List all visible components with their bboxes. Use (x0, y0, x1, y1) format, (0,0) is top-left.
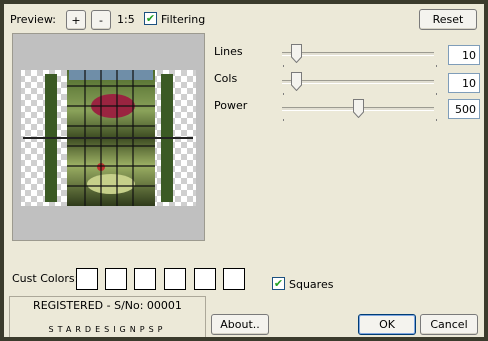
cols-label: Cols (214, 72, 238, 85)
ok-button[interactable]: OK (358, 314, 416, 335)
power-value-field[interactable]: 500 (448, 99, 480, 119)
slider-ticks (283, 65, 437, 121)
zoom-in-button[interactable]: + (66, 10, 86, 30)
filtering-label: Filtering (161, 13, 206, 26)
lines-slider-track[interactable] (282, 52, 434, 56)
registration-brand: STARDESIGNPSP (48, 325, 167, 334)
preview-panel[interactable] (12, 33, 205, 241)
registration-serial: REGISTERED - S/No: 00001 (33, 299, 182, 312)
filtering-checkbox[interactable]: ✔ (144, 12, 157, 25)
color-swatch-4[interactable] (164, 268, 186, 290)
lines-value-field[interactable]: 10 (448, 45, 480, 65)
about-button[interactable]: About.. (211, 314, 269, 335)
filter-dialog: Preview: + - 1:5 ✔ Filtering Reset Lines… (4, 4, 484, 337)
squares-label: Squares (289, 278, 334, 291)
color-swatch-2[interactable] (105, 268, 127, 290)
cust-colors-label: Cust Colors: (12, 272, 79, 285)
color-swatch-6[interactable] (223, 268, 245, 290)
color-swatch-5[interactable] (194, 268, 216, 290)
checkmark-icon: ✔ (145, 12, 156, 25)
lines-label: Lines (214, 45, 243, 58)
preview-image (21, 70, 196, 206)
squares-checkbox[interactable]: ✔ (272, 277, 285, 290)
reset-button[interactable]: Reset (419, 9, 477, 30)
checkmark-icon: ✔ (273, 277, 284, 290)
power-label: Power (214, 99, 248, 112)
cancel-button[interactable]: Cancel (420, 314, 478, 335)
cols-value-field[interactable]: 10 (448, 73, 480, 93)
zoom-ratio: 1:5 (117, 13, 135, 26)
color-swatch-3[interactable] (134, 268, 156, 290)
color-swatch-1[interactable] (76, 268, 98, 290)
zoom-out-button[interactable]: - (91, 10, 111, 30)
preview-label: Preview: (10, 13, 56, 26)
registration-panel: REGISTERED - S/No: 00001 STARDESIGNPSP (9, 296, 206, 337)
